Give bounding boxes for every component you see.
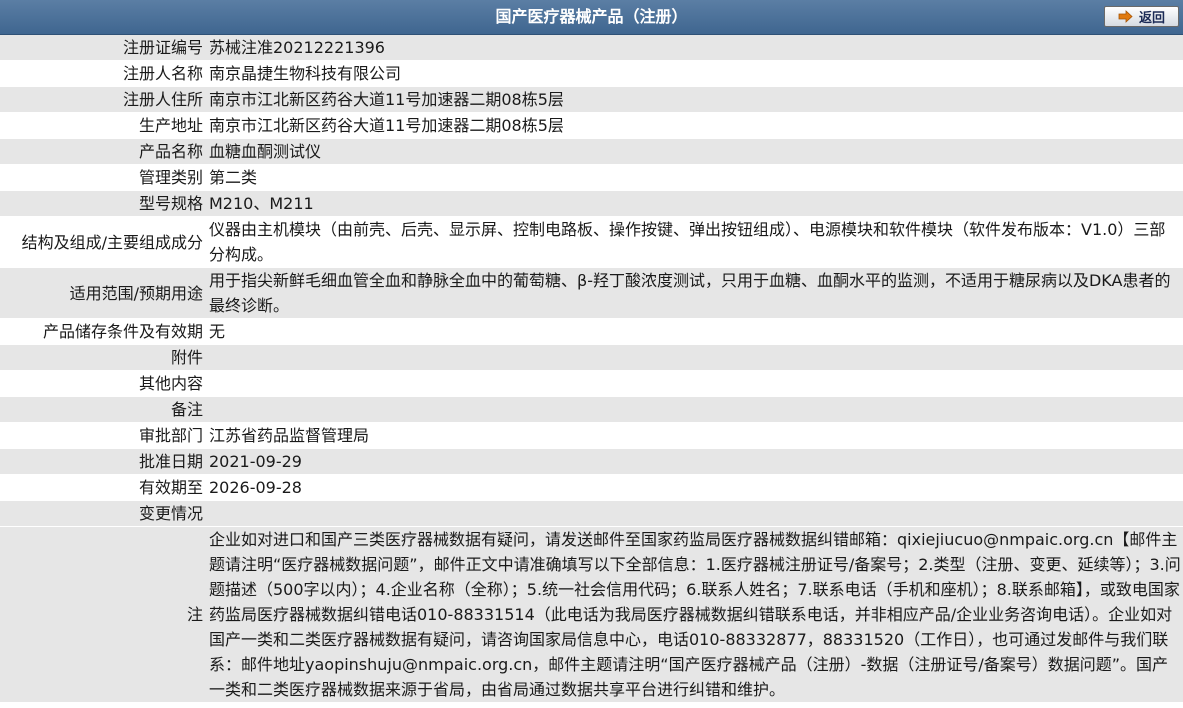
detail-row: 产品储存条件及有效期 无: [0, 318, 1183, 345]
note-row: 注 企业如对进口和国产三类医疗器械数据有疑问，请发送邮件至国家药监局医疗器械数据…: [0, 526, 1183, 703]
field-value: [207, 500, 1183, 527]
detail-row: 管理类别 第二类: [0, 164, 1183, 191]
field-value: [207, 396, 1183, 423]
field-label: 管理类别: [0, 164, 207, 191]
field-label: 审批部门: [0, 422, 207, 449]
detail-row: 结构及组成/主要组成成分 仪器由主机模块（由前壳、后壳、显示屏、控制电路板、操作…: [0, 216, 1183, 268]
detail-row: 备注: [0, 396, 1183, 423]
page-title: 国产医疗器械产品（注册）: [495, 7, 688, 26]
back-button[interactable]: 返回: [1104, 6, 1179, 27]
field-label: 附件: [0, 344, 207, 371]
detail-row: 附件: [0, 344, 1183, 371]
detail-row: 产品名称 血糖血酮测试仪: [0, 138, 1183, 165]
back-button-label: 返回: [1138, 11, 1165, 26]
field-value: [207, 370, 1183, 397]
field-value: 第二类: [207, 164, 1183, 191]
field-value: M210、M211: [207, 190, 1183, 217]
arrow-right-icon: [1118, 10, 1133, 23]
field-label: 变更情况: [0, 500, 207, 527]
note-label: 注: [0, 526, 207, 703]
field-label: 产品储存条件及有效期: [0, 318, 207, 345]
page-header: 国产医疗器械产品（注册） 返回: [0, 0, 1183, 35]
field-label: 适用范围/预期用途: [0, 267, 207, 319]
field-value: 用于指尖新鲜毛细血管全血和静脉全血中的葡萄糖、β-羟丁酸浓度测试，只用于血糖、血…: [207, 267, 1183, 319]
field-value: 南京晶捷生物科技有限公司: [207, 60, 1183, 87]
field-label: 注册证编号: [0, 35, 207, 61]
detail-row: 注册人名称 南京晶捷生物科技有限公司: [0, 60, 1183, 87]
field-value: 2026-09-28: [207, 474, 1183, 501]
field-label: 批准日期: [0, 448, 207, 475]
field-label: 生产地址: [0, 112, 207, 139]
field-label: 产品名称: [0, 138, 207, 165]
note-text: 企业如对进口和国产三类医疗器械数据有疑问，请发送邮件至国家药监局医疗器械数据纠错…: [207, 526, 1183, 703]
detail-row: 适用范围/预期用途 用于指尖新鲜毛细血管全血和静脉全血中的葡萄糖、β-羟丁酸浓度…: [0, 267, 1183, 319]
field-label: 备注: [0, 396, 207, 423]
detail-row: 注册证编号 苏械注准20212221396: [0, 35, 1183, 61]
field-label: 型号规格: [0, 190, 207, 217]
detail-row: 有效期至 2026-09-28: [0, 474, 1183, 501]
field-value: 血糖血酮测试仪: [207, 138, 1183, 165]
detail-row: 审批部门 江苏省药品监督管理局: [0, 422, 1183, 449]
field-label: 注册人住所: [0, 86, 207, 113]
detail-row: 型号规格 M210、M211: [0, 190, 1183, 217]
field-label: 注册人名称: [0, 60, 207, 87]
field-value: [207, 344, 1183, 371]
field-label: 有效期至: [0, 474, 207, 501]
field-value: 南京市江北新区药谷大道11号加速器二期08栋5层: [207, 86, 1183, 113]
field-value: 苏械注准20212221396: [207, 35, 1183, 61]
detail-row: 生产地址 南京市江北新区药谷大道11号加速器二期08栋5层: [0, 112, 1183, 139]
field-label: 结构及组成/主要组成成分: [0, 216, 207, 268]
field-value: 无: [207, 318, 1183, 345]
detail-row: 批准日期 2021-09-29: [0, 448, 1183, 475]
field-value: 仪器由主机模块（由前壳、后壳、显示屏、控制电路板、操作按键、弹出按钮组成）、电源…: [207, 216, 1183, 268]
detail-row: 注册人住所 南京市江北新区药谷大道11号加速器二期08栋5层: [0, 86, 1183, 113]
detail-row: 变更情况: [0, 500, 1183, 527]
field-value: 2021-09-29: [207, 448, 1183, 475]
field-value: 江苏省药品监督管理局: [207, 422, 1183, 449]
field-value: 南京市江北新区药谷大道11号加速器二期08栋5层: [207, 112, 1183, 139]
field-label: 其他内容: [0, 370, 207, 397]
detail-row: 其他内容: [0, 370, 1183, 397]
detail-table: 注册证编号 苏械注准20212221396 注册人名称 南京晶捷生物科技有限公司…: [0, 35, 1183, 703]
